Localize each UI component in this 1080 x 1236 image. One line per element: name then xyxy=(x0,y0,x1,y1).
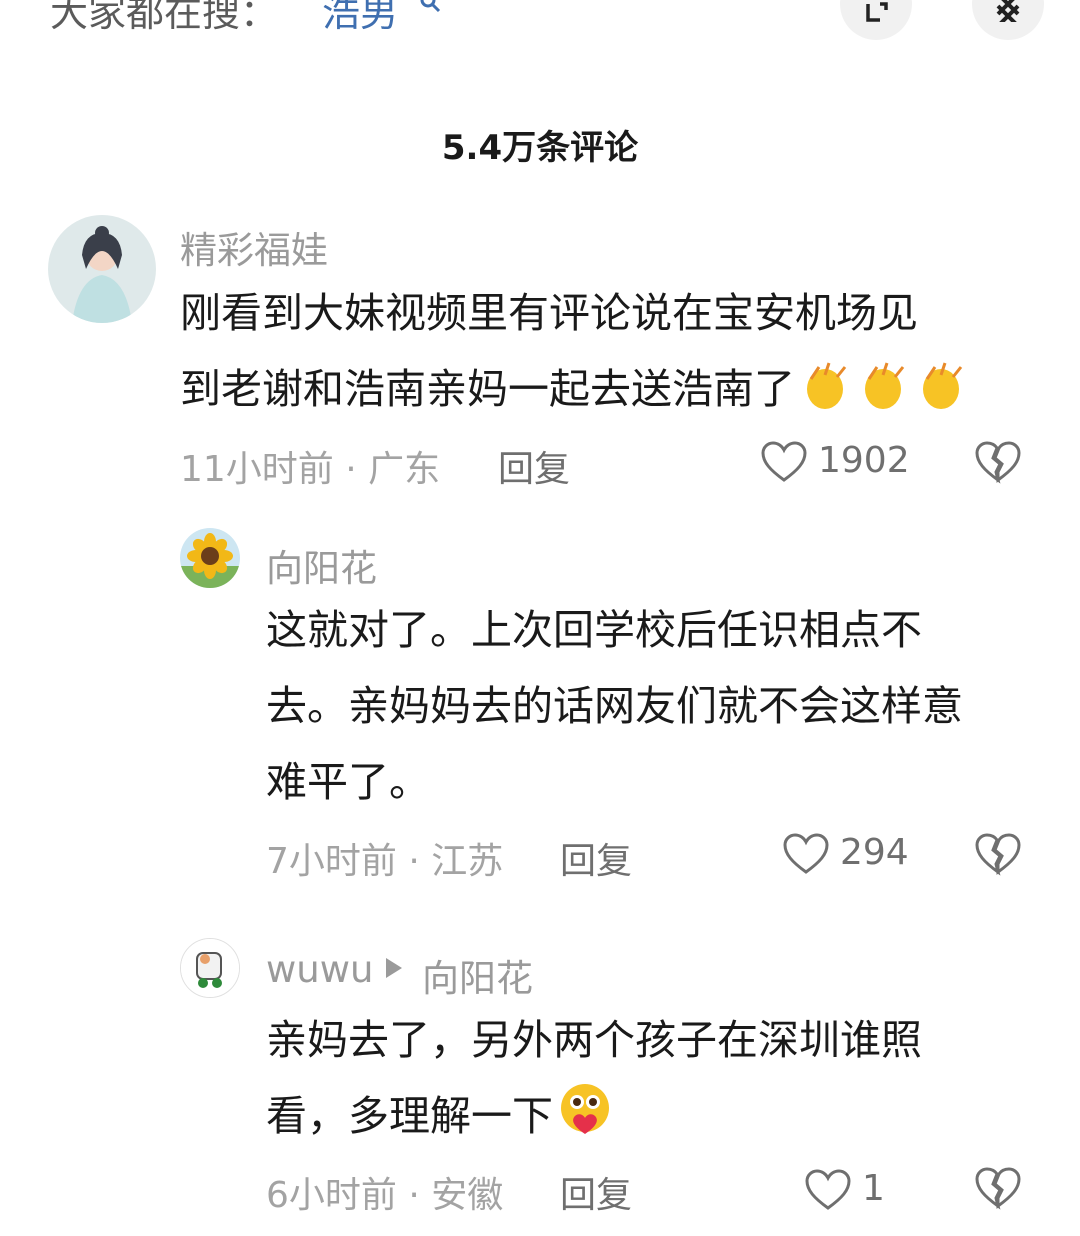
comment-meta: 6小时前 · 安徽 xyxy=(266,1175,504,1216)
reply-button[interactable]: 回复 xyxy=(560,832,632,884)
like-count: 1 xyxy=(862,1168,885,1209)
avatar[interactable] xyxy=(180,938,240,998)
expand-icon xyxy=(866,2,888,22)
comment-text-line: 难平了。 xyxy=(266,758,430,806)
comment-text-line: 这就对了。上次回学校后任识相点不 xyxy=(266,606,922,654)
avatar[interactable] xyxy=(180,528,240,588)
broken-heart-icon xyxy=(975,441,1021,484)
heart-hug-face-icon xyxy=(555,1080,611,1136)
comment-text-line: 亲妈去了，另外两个孩子在深圳谁照 xyxy=(266,1016,922,1064)
dislike-button[interactable] xyxy=(974,1166,1022,1214)
clapping-hands-icon xyxy=(913,357,969,413)
search-icon[interactable] xyxy=(418,0,442,18)
avatar[interactable] xyxy=(48,215,156,323)
comment-meta: 11小时前 · 广东 xyxy=(180,449,441,490)
like-button[interactable]: 294 xyxy=(782,828,922,878)
comment-text: 刚看到大妹视频里有评论说在宝安机场见 到老谢和浩南亲妈一起去送浩南了 xyxy=(180,275,969,427)
expand-button[interactable] xyxy=(840,0,912,40)
heart-icon xyxy=(761,441,807,482)
reply-to-username[interactable]: 向阳花 xyxy=(422,948,533,1002)
reply-comment-item: 向阳花 这就对了。上次回学校后任识相点不 去。亲妈妈去的话网友们就不会这样意 难… xyxy=(0,520,1080,900)
heart-icon xyxy=(783,833,829,874)
heart-icon xyxy=(805,1169,851,1210)
comment-item: 精彩福娃 刚看到大妹视频里有评论说在宝安机场见 到老谢和浩南亲妈一起去送浩南了 … xyxy=(0,200,1080,500)
broken-heart-icon xyxy=(975,833,1021,876)
username[interactable]: wuwu xyxy=(266,948,373,991)
reply-arrow-icon xyxy=(384,956,404,984)
comment-text-line: 到老谢和浩南亲妈一起去送浩南了 xyxy=(180,351,969,427)
comments-count-title: 5.4万条评论 xyxy=(441,128,639,168)
comment-text-span: 看，多理解一下 xyxy=(266,1092,553,1140)
dislike-button[interactable] xyxy=(974,832,1022,880)
search-suggestion-term[interactable]: 浩男 xyxy=(322,0,398,37)
comment-text-line: 刚看到大妹视频里有评论说在宝安机场见 xyxy=(180,289,918,337)
username[interactable]: 精彩福娃 xyxy=(180,220,328,274)
like-button[interactable]: 1902 xyxy=(760,436,920,486)
search-suggestion-label: 大家都在搜： xyxy=(50,0,279,35)
comment-text-line: 去。亲妈妈去的话网友们就不会这样意 xyxy=(266,682,963,730)
broken-heart-icon xyxy=(975,1167,1021,1210)
comment-meta: 7小时前 · 江苏 xyxy=(266,841,504,882)
like-count: 294 xyxy=(840,832,909,873)
comment-text: 亲妈去了，另外两个孩子在深圳谁照 看，多理解一下 xyxy=(266,1002,922,1154)
reply-button[interactable]: 回复 xyxy=(498,440,570,492)
reply-comment-item: wuwu 向阳花 亲妈去了，另外两个孩子在深圳谁照 看，多理解一下 6小时前 ·… xyxy=(0,930,1080,1236)
comment-text-span: 到老谢和浩南亲妈一起去送浩南了 xyxy=(180,365,795,413)
close-icon xyxy=(996,0,1020,22)
comment-text: 这就对了。上次回学校后任识相点不 去。亲妈妈去的话网友们就不会这样意 难平了。 xyxy=(266,592,963,820)
reply-button[interactable]: 回复 xyxy=(560,1166,632,1218)
like-button[interactable]: 1 xyxy=(804,1164,924,1214)
clapping-hands-icon xyxy=(797,357,853,413)
close-button[interactable] xyxy=(972,0,1044,40)
username[interactable]: 向阳花 xyxy=(266,538,377,592)
clapping-hands-icon xyxy=(855,357,911,413)
dislike-button[interactable] xyxy=(974,440,1022,488)
like-count: 1902 xyxy=(818,440,910,481)
comment-text-line: 看，多理解一下 xyxy=(266,1078,922,1154)
